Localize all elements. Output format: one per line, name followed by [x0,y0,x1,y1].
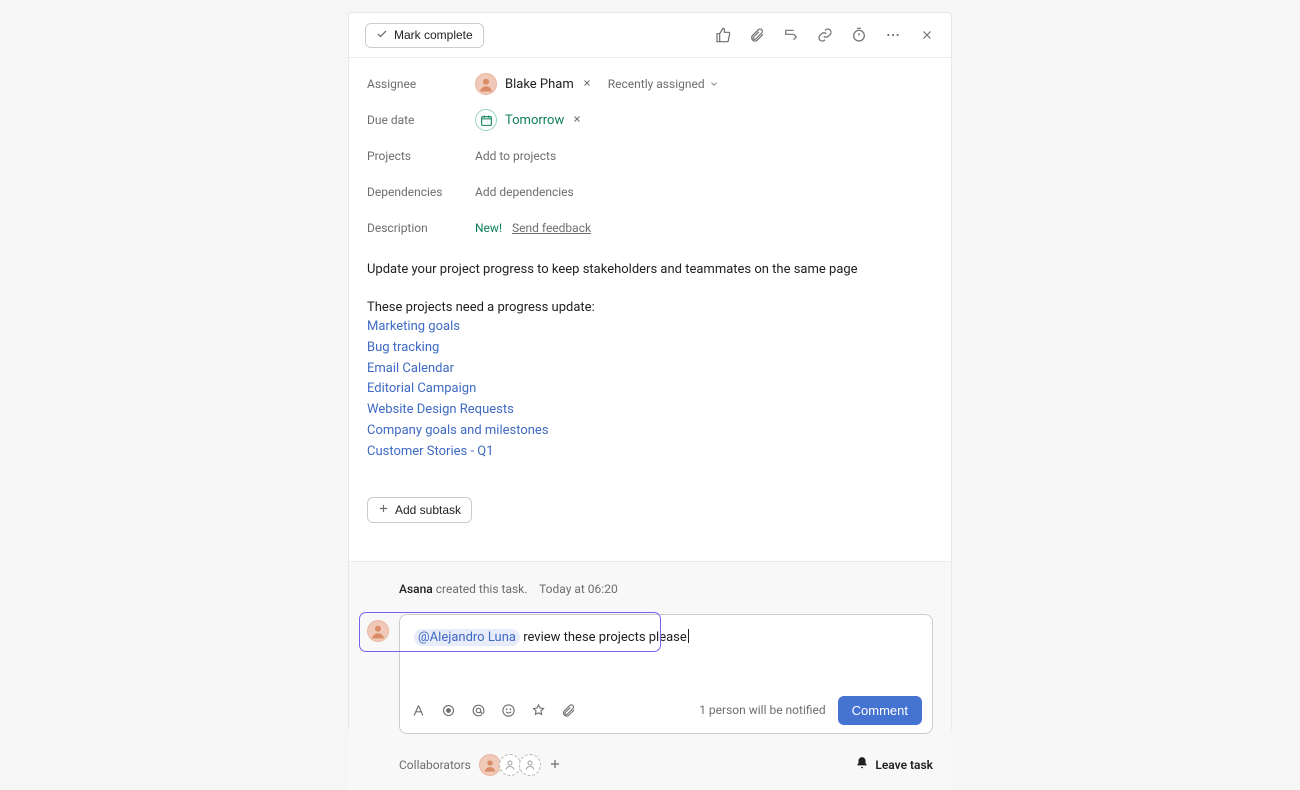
composer-toolbar: 1 person will be notified Comment [400,688,932,733]
task-detail-panel: Mark complete [348,12,952,732]
dependencies-row: Dependencies Add dependencies [367,176,933,208]
topbar: Mark complete [349,13,951,58]
send-feedback-link[interactable]: Send feedback [512,221,591,235]
leave-task-button[interactable]: Leave task [855,756,933,773]
comment-composer-wrap: @Alejandro Luna review these projects pl… [367,614,933,734]
emoji-icon[interactable] [500,702,516,718]
mark-complete-label: Mark complete [394,28,473,42]
description-row: Description New! Send feedback [367,212,933,244]
task-fields: Assignee Blake Pham Recently assigned Du… [349,58,951,252]
plus-icon [378,503,389,517]
project-link[interactable]: Website Design Requests [367,400,933,421]
empty-avatar-icon[interactable] [519,754,541,776]
subtask-icon[interactable] [783,27,799,43]
activity-actor: Asana [399,582,433,596]
project-link[interactable]: Company goals and milestones [367,421,933,442]
topbar-actions [715,27,935,43]
due-date-chip[interactable]: Tomorrow [475,109,564,131]
attachment-icon[interactable] [749,27,765,43]
assignee-name: Blake Pham [505,77,574,92]
due-date-label: Due date [367,113,475,127]
avatar [475,73,497,95]
close-icon[interactable] [919,27,935,43]
add-dependencies-action[interactable]: Add dependencies [475,185,574,199]
activity-timestamp: Today at 06:20 [539,582,618,596]
dependencies-label: Dependencies [367,185,475,199]
link-icon[interactable] [817,27,833,43]
collaborators-label: Collaborators [399,758,471,772]
due-date-row: Due date Tomorrow [367,104,933,136]
assignee-chip[interactable]: Blake Pham [475,73,574,95]
notify-text: 1 person will be notified [699,703,825,717]
add-subtask-label: Add subtask [395,503,461,517]
description-intro: Update your project progress to keep sta… [367,260,933,280]
projects-label: Projects [367,149,475,163]
appreciation-icon[interactable] [530,702,546,718]
attach-icon[interactable] [560,702,576,718]
recently-assigned-dropdown[interactable]: Recently assigned [608,77,719,91]
clear-due-date-icon[interactable] [572,113,582,127]
description-label: Description [367,221,475,235]
project-link[interactable]: Editorial Campaign [367,379,933,400]
add-collaborator-icon[interactable] [549,755,561,774]
add-subtask-button[interactable]: Add subtask [367,497,472,523]
description-content[interactable]: Update your project progress to keep sta… [349,252,951,477]
recently-assigned-label: Recently assigned [608,77,705,91]
leave-task-label: Leave task [875,758,933,772]
comment-text: review these projects please [520,630,687,645]
mention-chip[interactable]: @Alejandro Luna [414,629,520,646]
timer-icon[interactable] [851,27,867,43]
collaborators-row: Collaborators [349,746,951,790]
project-link[interactable]: Bug tracking [367,338,933,359]
collaborator-avatars [481,754,561,776]
record-icon[interactable] [440,702,456,718]
comment-composer[interactable]: @Alejandro Luna review these projects pl… [399,614,933,734]
comment-input[interactable]: @Alejandro Luna review these projects pl… [400,615,932,675]
bell-icon [855,756,869,773]
check-icon [376,28,388,43]
new-badge: New! [475,221,502,235]
mark-complete-button[interactable]: Mark complete [365,23,484,48]
text-format-icon[interactable] [410,702,426,718]
composer-icons [410,702,576,718]
activity-section: Asana created this task. Today at 06:20 … [349,561,951,790]
calendar-icon [475,109,497,131]
activity-entry: Asana created this task. Today at 06:20 [349,576,951,614]
empty-avatar-icon[interactable] [499,754,521,776]
text-caret [688,629,689,643]
avatar[interactable] [479,754,501,776]
clear-assignee-icon[interactable] [582,77,592,91]
project-link[interactable]: Marketing goals [367,317,933,338]
projects-row: Projects Add to projects [367,140,933,172]
project-link[interactable]: Email Calendar [367,359,933,380]
at-mention-icon[interactable] [470,702,486,718]
add-to-projects-action[interactable]: Add to projects [475,149,556,163]
more-icon[interactable] [885,27,901,43]
description-heading: These projects need a progress update: [367,298,933,318]
assignee-label: Assignee [367,77,475,91]
like-icon[interactable] [715,27,731,43]
avatar [367,620,389,642]
project-link[interactable]: Customer Stories - Q1 [367,442,933,463]
assignee-row: Assignee Blake Pham Recently assigned [367,68,933,100]
chevron-down-icon [709,79,719,89]
due-date-value: Tomorrow [505,113,564,128]
activity-action: created this task. [436,582,528,596]
comment-button[interactable]: Comment [838,696,922,725]
